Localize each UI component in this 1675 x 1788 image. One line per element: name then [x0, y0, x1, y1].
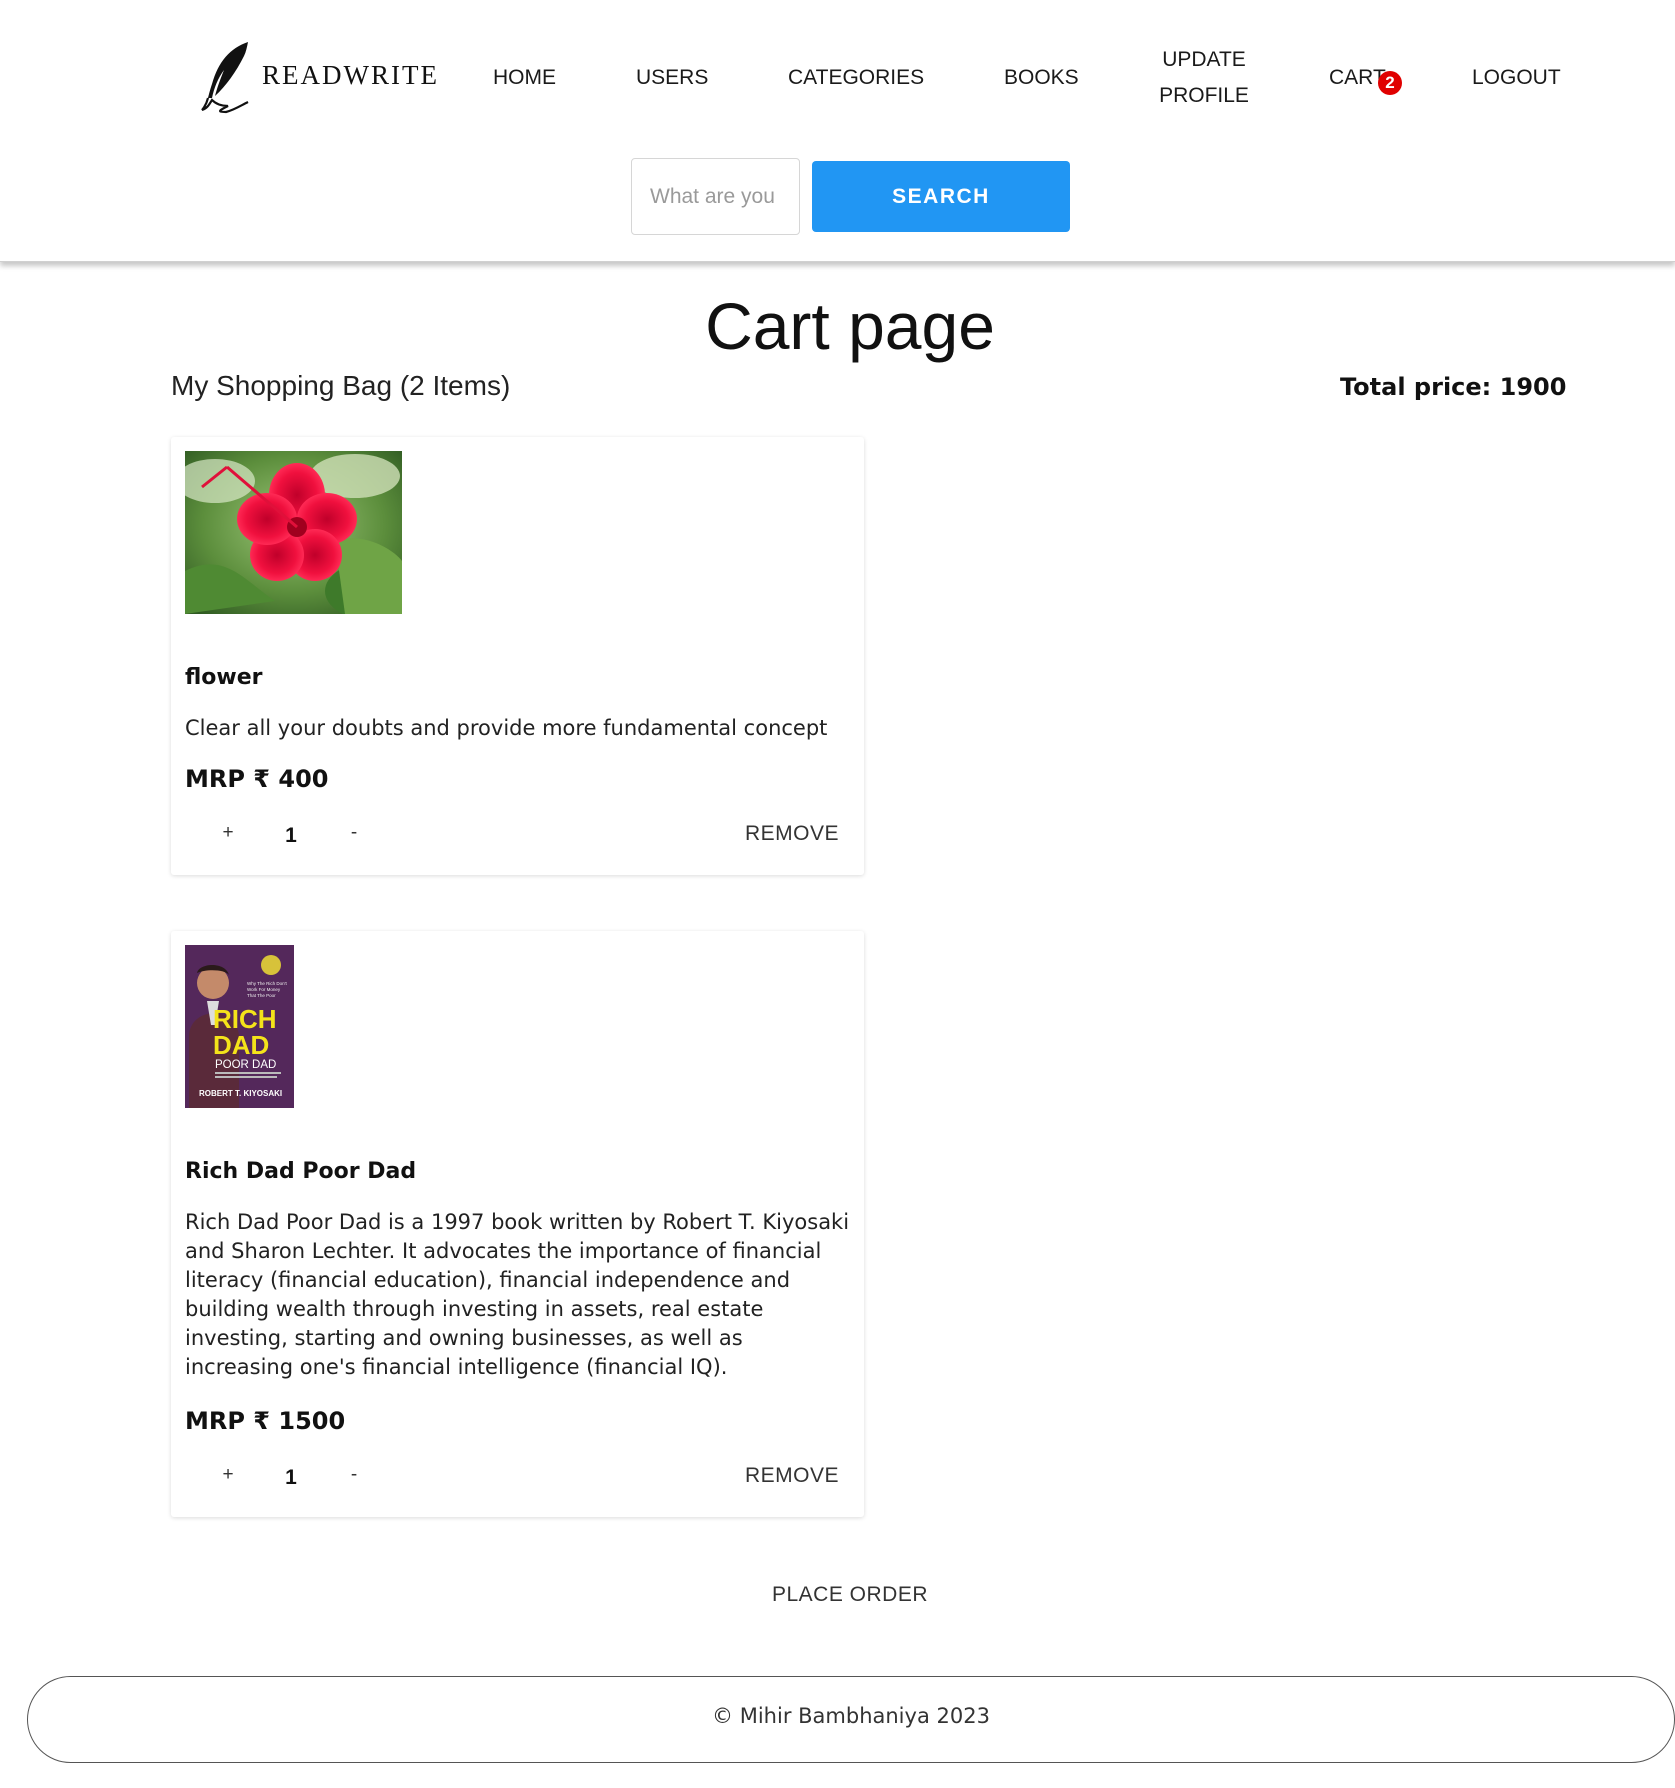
svg-text:Why The Rich Don't: Why The Rich Don't — [247, 981, 288, 986]
nav-update-line1: UPDATE — [1162, 48, 1246, 71]
quantity-increase-button[interactable]: + — [213, 1464, 243, 1486]
footer-copyright: © Mihir Bambhaniya 2023 — [712, 1704, 990, 1728]
svg-text:That The Poor: That The Poor — [247, 993, 276, 998]
product-image-flower — [185, 451, 402, 614]
cart-item-card: flower Clear all your doubts and provide… — [171, 437, 864, 875]
nav-users[interactable]: USERS — [636, 60, 708, 96]
quantity-decrease-button[interactable]: - — [339, 1464, 369, 1486]
product-description: Rich Dad Poor Dad is a 1997 book written… — [185, 1210, 850, 1379]
search-button[interactable]: SEARCH — [812, 161, 1070, 232]
remove-button[interactable]: REMOVE — [745, 1464, 839, 1488]
product-description: Clear all your doubts and provide more f… — [185, 716, 828, 740]
svg-text:Work For Money: Work For Money — [247, 987, 281, 992]
logo[interactable]: READWRITE — [200, 40, 439, 114]
nav-logout[interactable]: LOGOUT — [1472, 60, 1561, 96]
logo-text: READWRITE — [262, 60, 439, 90]
quantity-increase-button[interactable]: + — [213, 822, 243, 844]
product-name: Rich Dad Poor Dad — [185, 1159, 417, 1184]
site-footer: © Mihir Bambhaniya 2023 — [27, 1676, 1675, 1763]
product-image-book-cover: Why The Rich Don't Work For Money That T… — [185, 945, 294, 1108]
remove-button[interactable]: REMOVE — [745, 822, 839, 846]
nav-books[interactable]: BOOKS — [1004, 60, 1079, 96]
shopping-bag-title: My Shopping Bag (2 Items) — [171, 370, 511, 401]
cart-count-badge: 2 — [1378, 71, 1402, 95]
page-title: Cart page — [705, 289, 995, 363]
quill-icon — [201, 42, 249, 114]
total-price: Total price: 1900 — [1340, 373, 1567, 401]
nav-update-line2: PROFILE — [1159, 84, 1249, 107]
quantity-value: 1 — [285, 824, 297, 847]
product-name: flower — [185, 665, 263, 690]
nav-cart[interactable]: CART — [1329, 60, 1386, 96]
cover-dad-text: DAD — [213, 1030, 269, 1060]
place-order-button[interactable]: PLACE ORDER — [0, 1583, 1675, 1607]
search-input[interactable] — [631, 158, 800, 235]
quantity-decrease-button[interactable]: - — [339, 822, 369, 844]
nav-update-profile[interactable]: UPDATE PROFILE — [1150, 42, 1258, 114]
cover-author-text: ROBERT T. KIYOSAKI — [199, 1089, 282, 1098]
nav-home[interactable]: HOME — [493, 60, 556, 96]
nav-categories[interactable]: CATEGORIES — [788, 60, 924, 96]
site-header: READWRITE HOME USERS CATEGORIES BOOKS UP… — [0, 0, 1675, 262]
cart-item-card: Why The Rich Don't Work For Money That T… — [171, 931, 864, 1517]
cover-poor-dad-text: POOR DAD — [215, 1059, 276, 1071]
quantity-value: 1 — [285, 1466, 297, 1489]
product-price: MRP ₹ 400 — [185, 765, 329, 793]
product-price: MRP ₹ 1500 — [185, 1407, 346, 1435]
